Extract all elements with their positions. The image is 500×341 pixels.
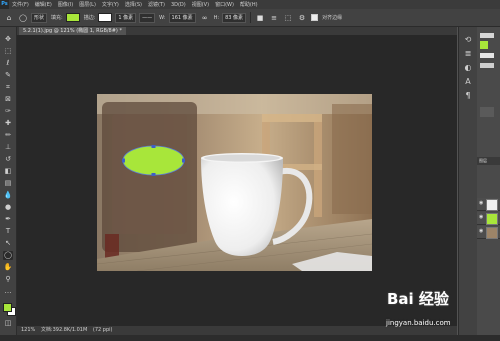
color-panel[interactable] (480, 33, 494, 38)
history-brush-tool-icon[interactable]: ↺ (3, 155, 13, 164)
anchor-point-top[interactable] (151, 145, 156, 148)
anchor-point-left[interactable] (122, 158, 125, 163)
photoshop-logo: Ps (0, 0, 9, 9)
menu-filter[interactable]: 滤镜(T) (145, 1, 168, 8)
fill-label: 填充: (51, 15, 63, 21)
color-swatches[interactable] (3, 303, 16, 316)
healing-brush-tool-icon[interactable]: ✚ (3, 119, 13, 128)
baidu-jingyan-watermark: Bai 经验 (387, 290, 449, 308)
anchor-point-right[interactable] (182, 158, 185, 163)
eyedropper-tool-icon[interactable]: ✑ (3, 107, 13, 116)
frame-tool-icon[interactable]: ⊠ (3, 95, 13, 104)
hand-tool-icon[interactable]: ✋ (3, 263, 13, 272)
resolution-info: (72 ppi) (92, 327, 113, 333)
tools-panel: ✥ ⬚ ℓ ✎ ⌗ ⊠ ✑ ✚ ✏ ⊥ ↺ ◧ ▤ 💧 ● ✒ T ↖ ◯ ✋ … (0, 27, 17, 335)
ellipse-tool-icon[interactable]: ◯ (18, 13, 28, 23)
character-icon[interactable]: A (463, 77, 473, 87)
stroke-width-field[interactable]: 1 像素 (115, 12, 137, 23)
move-tool-icon[interactable]: ✥ (3, 35, 13, 44)
home-icon[interactable]: ⌂ (4, 13, 14, 23)
document-image[interactable] (97, 94, 372, 271)
swatches-row-2[interactable] (480, 63, 494, 68)
mode-select[interactable]: 形状 (31, 12, 48, 23)
right-panel (477, 27, 500, 335)
blur-tool-icon[interactable]: 💧 (3, 191, 13, 200)
layer-row-shape-2[interactable]: ◉ (477, 212, 500, 225)
quick-select-tool-icon[interactable]: ✎ (3, 71, 13, 80)
adjustments-icon[interactable]: ◐ (463, 63, 473, 73)
anchor-point-bottom[interactable] (151, 173, 156, 176)
eraser-tool-icon[interactable]: ◧ (3, 167, 13, 176)
layers-panel-tab[interactable]: 图层 (477, 157, 500, 165)
type-tool-icon[interactable]: T (3, 227, 13, 236)
menu-view[interactable]: 视图(V) (189, 1, 212, 8)
dodge-tool-icon[interactable]: ● (3, 203, 13, 212)
layer-thumbnail (486, 227, 498, 239)
menu-edit[interactable]: 编辑(E) (32, 1, 55, 8)
menu-help[interactable]: 帮助(H) (237, 1, 261, 8)
history-icon[interactable]: ⟲ (463, 35, 473, 45)
height-label: H: (213, 14, 220, 21)
path-select-tool-icon[interactable]: ↖ (3, 239, 13, 248)
document-tab-bar: 5.2.1(1).jpg @ 121% (椭圆 1, RGB/8#) * (17, 27, 457, 35)
path-operations-icon[interactable]: ■ (255, 13, 265, 23)
panel-foreground-swatch[interactable] (480, 41, 488, 49)
menu-image[interactable]: 图像(I) (55, 1, 76, 8)
gradient-tool-icon[interactable]: ▤ (3, 179, 13, 188)
options-bar: ⌂ ◯ 形状 填充: 描边: 1 像素 —— W: 161 像素 ∞ H: 83… (0, 9, 500, 27)
width-label: W: (159, 14, 166, 21)
fill-color-swatch[interactable] (65, 13, 80, 22)
menu-3d[interactable]: 3D(D) (168, 2, 189, 8)
quick-mask-icon[interactable]: ◫ (3, 319, 13, 328)
layer-row-background[interactable]: ◉ (477, 226, 500, 239)
visibility-eye-icon[interactable]: ◉ (479, 229, 484, 234)
layer-thumbnail (486, 213, 498, 225)
path-arrangement-icon[interactable]: ⬚ (283, 13, 293, 23)
layer-thumbnail (486, 199, 498, 211)
layer-row-shape[interactable]: ◉ (477, 198, 500, 211)
pen-tool-icon[interactable]: ✒ (3, 215, 13, 224)
width-field[interactable]: 161 像素 (168, 12, 196, 23)
menu-type[interactable]: 文字(Y) (99, 1, 122, 8)
properties-icon[interactable]: ≣ (463, 49, 473, 59)
separator (250, 12, 252, 23)
right-icon-strip: ⟲ ≣ ◐ A ¶ (458, 27, 477, 335)
menu-window[interactable]: 窗口(W) (212, 1, 237, 8)
settings-gear-icon[interactable]: ⚙ (297, 13, 307, 23)
cafe-cup-photo (97, 94, 372, 271)
visibility-eye-icon[interactable]: ◉ (479, 201, 484, 206)
stroke-color-swatch[interactable] (98, 13, 113, 22)
align-edges-label: 对齐边缘 (322, 15, 343, 21)
link-icon[interactable]: ∞ (200, 13, 210, 23)
paragraph-icon[interactable]: ¶ (463, 91, 473, 101)
ellipse-shape-tool-icon[interactable]: ◯ (3, 251, 13, 260)
more-tools-icon[interactable]: … (3, 287, 13, 296)
crop-tool-icon[interactable]: ⌗ (3, 83, 13, 92)
height-field[interactable]: 83 像素 (222, 12, 247, 23)
foreground-color-swatch[interactable] (3, 303, 12, 312)
marquee-tool-icon[interactable]: ⬚ (3, 47, 13, 56)
clone-stamp-tool-icon[interactable]: ⊥ (3, 143, 13, 152)
menu-select[interactable]: 选择(S) (122, 1, 145, 8)
zoom-tool-icon[interactable]: ⚲ (3, 275, 13, 284)
document-info[interactable]: 文档:392.8K/1.01M (41, 327, 87, 333)
align-edges-checkbox[interactable] (311, 14, 319, 21)
lasso-tool-icon[interactable]: ℓ (3, 59, 13, 68)
menu-file[interactable]: 文件(F) (9, 1, 32, 8)
ellipse-shape[interactable] (122, 145, 185, 176)
swatches-row[interactable] (480, 53, 494, 58)
zoom-level[interactable]: 121% (21, 327, 35, 333)
brush-tool-icon[interactable]: ✏ (3, 131, 13, 140)
stroke-label: 描边: (83, 15, 96, 21)
path-alignment-icon[interactable]: ≡ (269, 13, 279, 23)
menu-layer[interactable]: 图层(L) (76, 1, 99, 8)
panel-section (480, 107, 494, 117)
watermark-url: jingyan.baidu.com (386, 319, 451, 327)
visibility-eye-icon[interactable]: ◉ (479, 215, 484, 220)
taskbar-strip (0, 335, 500, 341)
status-bar: 121% 文档:392.8K/1.01M (72 ppi) (17, 326, 457, 335)
stroke-type-select[interactable]: —— (139, 12, 156, 23)
document-tab[interactable]: 5.2.1(1).jpg @ 121% (椭圆 1, RGB/8#) * (19, 27, 126, 35)
menu-bar: Ps 文件(F) 编辑(E) 图像(I) 图层(L) 文字(Y) 选择(S) 滤… (0, 0, 500, 9)
